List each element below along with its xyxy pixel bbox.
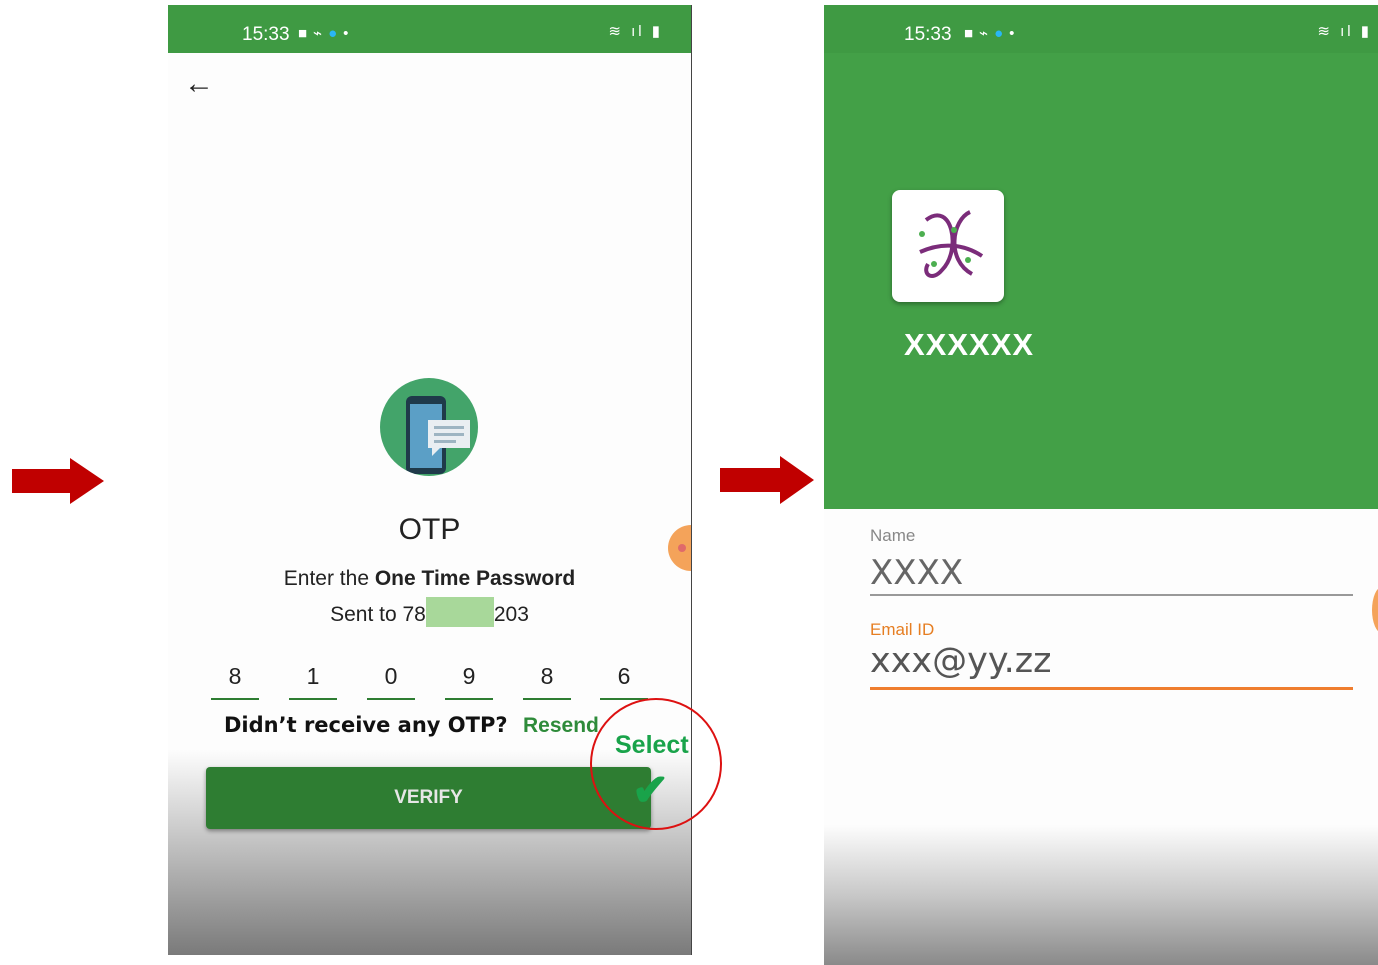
otp-digit-6[interactable]: 6 [600, 663, 648, 700]
otp-digit-5[interactable]: 8 [523, 663, 571, 700]
floating-button-peek[interactable] [1372, 587, 1378, 633]
email-field[interactable]: xxx@yy.zz [870, 641, 1051, 681]
select-annotation: Select [615, 731, 689, 759]
otp-digit-4[interactable]: 9 [445, 663, 493, 700]
flow-arrow-2 [720, 456, 814, 504]
name-label: Name [870, 526, 916, 545]
bottom-shade [824, 825, 1378, 965]
app-logo-icon [892, 190, 1004, 302]
otp-digit-2[interactable]: 1 [289, 663, 337, 700]
status-bar: 15:33 ■⌁●• ≋ ıl ▮ [168, 5, 691, 53]
flow-arrow-1 [12, 458, 104, 504]
status-bar: 15:33 ■⌁●• ≋ ıl ▮ [824, 5, 1378, 53]
signal-battery-icons: ≋ ıl ▮ [608, 23, 663, 40]
otp-digit-3[interactable]: 0 [367, 663, 415, 700]
name-underline [870, 594, 1353, 596]
app-name: XXXXXX [904, 327, 1035, 362]
otp-phone-icon [380, 378, 478, 476]
no-otp-question: Didn’t receive any OTP? [224, 713, 508, 737]
otp-digit-1[interactable]: 8 [211, 663, 259, 700]
verify-button[interactable]: VERIFY [206, 767, 651, 829]
email-underline [870, 687, 1353, 690]
back-arrow-icon[interactable]: ← [184, 67, 214, 101]
otp-instruction: Enter the One Time Password [283, 567, 576, 590]
email-label: Email ID [870, 620, 935, 639]
profile-screen: 15:33 ■⌁●• ≋ ıl ▮ XXXXXX Name XXXX Email… [824, 5, 1378, 965]
notification-icons: ■⌁●• [964, 25, 1021, 42]
sent-to-number: Sent to 78 203 [168, 597, 691, 627]
page-title: OTP [398, 513, 461, 546]
status-time: 15:33 [242, 24, 290, 45]
resend-link[interactable]: Resend [523, 714, 599, 738]
signal-battery-icons: ≋ ıl ▮ [1317, 23, 1372, 40]
name-field[interactable]: XXXX [870, 553, 963, 593]
checkmark-icon: ✔ [632, 766, 669, 815]
redacted-number [425, 597, 494, 627]
status-time: 15:33 [904, 24, 952, 45]
notification-icons: ■⌁●• [298, 25, 355, 42]
